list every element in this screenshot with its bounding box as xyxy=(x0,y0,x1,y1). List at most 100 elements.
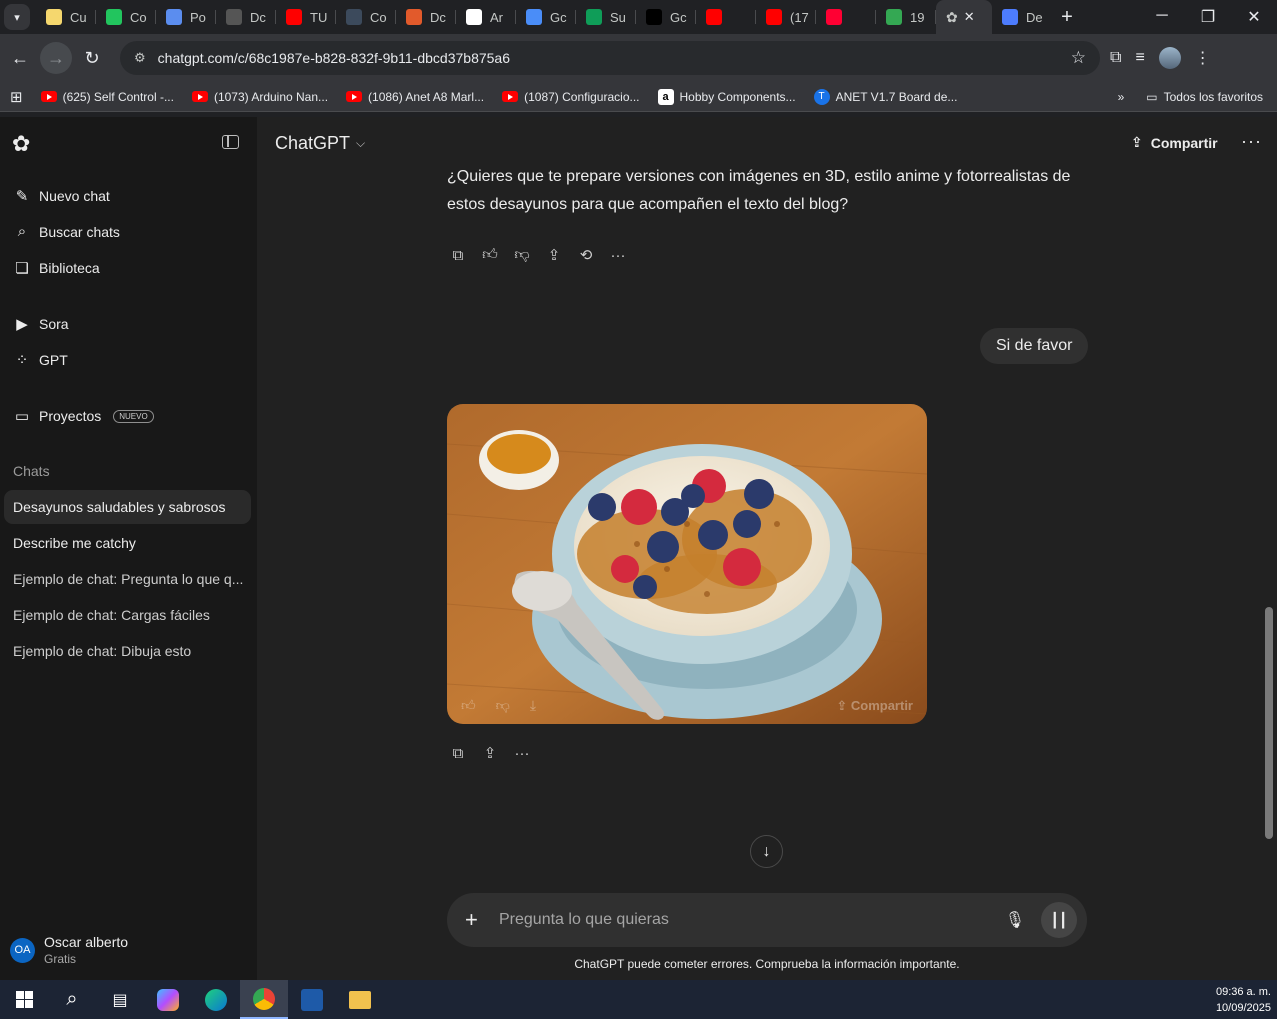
share-icon[interactable]: ⇪ xyxy=(543,244,565,266)
close-tab-icon[interactable]: ✕ xyxy=(964,9,975,25)
bookmark-item[interactable]: (1073) Arduino Nan... xyxy=(191,89,328,105)
image-share-button[interactable]: ⇪ Compartir xyxy=(836,698,913,714)
bookmark-item[interactable]: (625) Self Control -... xyxy=(40,89,174,105)
model-selector[interactable]: ChatGPT ⌵ xyxy=(275,133,365,154)
chat-item[interactable]: Ejemplo de chat: Cargas fáciles xyxy=(4,598,251,632)
new-tab-button[interactable]: + xyxy=(1052,6,1082,29)
generated-image[interactable]: 👍︎ 👎︎ ⤓ ⇪ Compartir xyxy=(447,404,927,724)
arduino-app[interactable] xyxy=(288,980,336,1019)
voice-mode-button[interactable]: ┃┃ xyxy=(1041,902,1077,938)
tab-14[interactable]: 19 xyxy=(876,0,936,34)
chrome-app[interactable] xyxy=(240,980,288,1019)
reload-button[interactable]: ↻ xyxy=(76,42,108,74)
all-bookmarks-folder[interactable]: ▭ Todos los favoritos xyxy=(1146,90,1263,104)
chat-item[interactable]: Describe me catchy xyxy=(4,526,251,560)
tab-10[interactable]: Gc xyxy=(636,0,696,34)
copy-icon[interactable]: ⧉ xyxy=(447,742,469,764)
bookmark-star-icon[interactable]: ☆ xyxy=(1071,48,1086,68)
sidebar-toggle-icon[interactable] xyxy=(222,135,239,149)
tab-active-chatgpt[interactable]: ✿ ✕ xyxy=(936,0,992,34)
tab-9[interactable]: Su xyxy=(576,0,636,34)
thumbs-down-icon[interactable]: 👎︎ xyxy=(496,697,510,714)
sidebar-item-sora[interactable]: ▶ Sora xyxy=(13,315,68,333)
apps-grid-icon[interactable]: ⊞ xyxy=(10,88,23,106)
tab-label: Co xyxy=(370,9,387,25)
user-plan: Gratis xyxy=(44,952,77,966)
forward-button[interactable]: → xyxy=(40,42,72,74)
system-clock[interactable]: 09:36 a. m. 10/09/2025 xyxy=(1216,984,1271,1016)
tab-5[interactable]: Co xyxy=(336,0,396,34)
browser-toolbar: ← → ↻ ⚙ chatgpt.com/c/68c1987e-b828-832f… xyxy=(0,34,1277,82)
address-bar[interactable]: ⚙ chatgpt.com/c/68c1987e-b828-832f-9b11-… xyxy=(120,41,1100,75)
start-button[interactable] xyxy=(0,980,48,1019)
share-button[interactable]: ⇪ Compartir xyxy=(1131,134,1218,151)
tab-12[interactable]: (17 xyxy=(756,0,816,34)
thumbs-up-icon[interactable]: 👍︎ xyxy=(479,244,501,266)
copilot-app[interactable] xyxy=(144,980,192,1019)
close-window-icon[interactable]: ✕ xyxy=(1231,7,1277,27)
scroll-to-bottom-button[interactable]: ↓ xyxy=(750,835,783,868)
tab-search-button[interactable]: ▾ xyxy=(4,4,30,30)
chat-item[interactable]: Ejemplo de chat: Dibuja esto xyxy=(4,634,251,668)
file-explorer-app[interactable] xyxy=(336,980,384,1019)
bookmark-item[interactable]: (1087) Configuracio... xyxy=(502,89,640,105)
site-info-icon[interactable]: ⚙ xyxy=(134,50,146,66)
browser-menu-icon[interactable]: ⋮ xyxy=(1195,48,1211,68)
user-profile[interactable]: OA Oscar alberto Gratis xyxy=(10,934,128,966)
clock-date: 10/09/2025 xyxy=(1215,1001,1271,1014)
tab-3[interactable]: Dc xyxy=(216,0,276,34)
openai-logo-icon[interactable]: ✿ xyxy=(12,131,30,157)
bookmark-item[interactable]: a Hobby Components... xyxy=(657,88,796,105)
url-text[interactable]: chatgpt.com/c/68c1987e-b828-832f-9b11-db… xyxy=(158,50,510,66)
thumbs-up-icon[interactable]: 👍︎ xyxy=(461,697,476,714)
bookmark-label: ANET V1.7 Board de... xyxy=(835,89,958,104)
sidebar-item-new-chat[interactable]: ✎ Nuevo chat xyxy=(13,187,110,205)
tab-1[interactable]: Co xyxy=(96,0,156,34)
extensions-icon[interactable]: ⧉ xyxy=(1110,49,1121,67)
search-button[interactable]: ⌕ xyxy=(48,980,96,1019)
tab-8[interactable]: Gc xyxy=(516,0,576,34)
share-icon[interactable]: ⇪ xyxy=(479,742,501,764)
chat-item-active[interactable]: Desayunos saludables y sabrosos xyxy=(4,490,251,524)
regenerate-icon[interactable]: ⟲ xyxy=(575,244,597,266)
sidebar-item-gpt[interactable]: ⁘ GPT xyxy=(13,351,68,369)
task-view-button[interactable]: ▤ xyxy=(96,980,144,1019)
copilot-icon xyxy=(157,988,179,1011)
tab-4[interactable]: TU xyxy=(276,0,336,34)
more-options-icon[interactable]: ··· xyxy=(1241,131,1262,152)
profile-avatar[interactable] xyxy=(1158,47,1181,69)
more-icon[interactable]: ··· xyxy=(607,244,629,266)
bookmark-list: (625) Self Control -... (1073) Arduino Na… xyxy=(23,88,958,105)
tab-label: Dc xyxy=(250,9,266,25)
bookmark-item[interactable]: T ANET V1.7 Board de... xyxy=(813,88,958,105)
more-bookmarks-icon[interactable]: » xyxy=(1118,90,1125,104)
restore-icon[interactable]: ❐ xyxy=(1185,7,1231,27)
edge-app[interactable] xyxy=(192,980,240,1019)
sidebar-item-library[interactable]: ❏ Biblioteca xyxy=(13,259,99,277)
media-controls-icon[interactable]: ≡ xyxy=(1135,49,1144,67)
back-button[interactable]: ← xyxy=(4,42,36,74)
edge-icon xyxy=(205,988,227,1011)
tab-13[interactable] xyxy=(816,0,876,34)
tab-2[interactable]: Po xyxy=(156,0,216,34)
chat-item[interactable]: Ejemplo de chat: Pregunta lo que q... xyxy=(4,562,251,596)
scrollbar[interactable] xyxy=(1265,607,1273,839)
bookmark-item[interactable]: (1086) Anet A8 Marl... xyxy=(346,89,484,105)
tab-favicon-icon xyxy=(526,9,542,25)
prompt-input[interactable] xyxy=(499,911,1005,929)
task-view-icon: ▤ xyxy=(112,991,128,1009)
copy-icon[interactable]: ⧉ xyxy=(447,244,469,266)
tab-7[interactable]: Ar xyxy=(456,0,516,34)
microphone-icon[interactable]: 🎙︎ xyxy=(1005,910,1025,930)
sidebar-item-search[interactable]: ⌕ Buscar chats xyxy=(13,223,120,240)
download-icon[interactable]: ⤓ xyxy=(530,697,536,714)
tab-6[interactable]: Dc xyxy=(396,0,456,34)
add-attachment-icon[interactable]: + xyxy=(465,907,485,933)
more-icon[interactable]: ··· xyxy=(511,742,533,764)
sidebar-item-projects[interactable]: ▭ Proyectos NUEVO xyxy=(13,407,154,425)
thumbs-down-icon[interactable]: 👎︎ xyxy=(511,244,533,266)
tab-0[interactable]: Cu xyxy=(36,0,96,34)
minimize-icon[interactable]: ─ xyxy=(1139,7,1185,27)
tab-11[interactable] xyxy=(696,0,756,34)
tab-last[interactable]: De xyxy=(992,0,1052,34)
